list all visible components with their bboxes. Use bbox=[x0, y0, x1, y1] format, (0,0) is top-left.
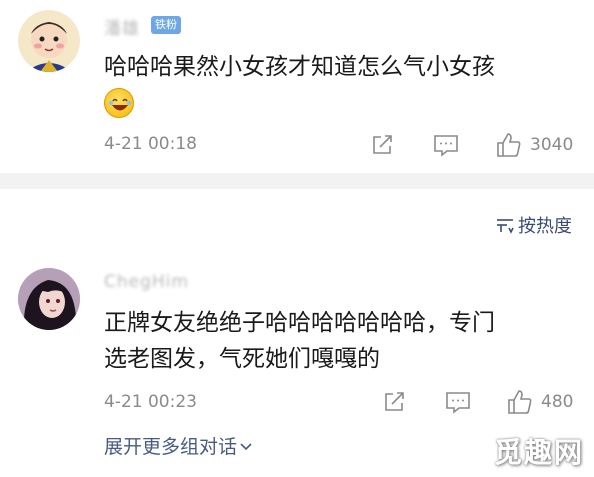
sort-icon bbox=[497, 219, 514, 234]
comment-button[interactable] bbox=[445, 390, 471, 414]
comment-time: 4-21 00:18 bbox=[104, 134, 197, 154]
username[interactable]: ChegHim bbox=[104, 272, 189, 292]
chevron-down-icon bbox=[240, 442, 252, 450]
comment-text-line-1: 正牌女友绝绝子哈哈哈哈哈哈哈，专门 bbox=[104, 310, 495, 336]
expand-more-conversations-link[interactable]: 展开更多组对话 bbox=[104, 432, 253, 459]
like-icon bbox=[497, 133, 521, 157]
watermark: 觅趣网 bbox=[493, 436, 584, 469]
like-icon bbox=[508, 390, 532, 414]
fan-badge: 铁粉 bbox=[151, 16, 181, 34]
comment-icon bbox=[434, 135, 458, 157]
comment-button[interactable] bbox=[433, 133, 459, 157]
expand-label: 展开更多组对话 bbox=[104, 436, 238, 458]
sort-button[interactable]: 按热度 bbox=[496, 212, 572, 238]
comment-text-line-2: 选老图发，气死她们嘎嘎的 bbox=[104, 346, 380, 372]
comment-text: 哈哈哈果然小女孩才知道怎么气小女孩 bbox=[104, 54, 495, 80]
like-count: 3040 bbox=[530, 135, 574, 155]
like-count: 480 bbox=[541, 392, 574, 412]
like-button[interactable]: 480 bbox=[507, 389, 573, 415]
sort-label: 按热度 bbox=[518, 216, 572, 237]
comment-icon bbox=[446, 392, 470, 414]
share-icon bbox=[373, 135, 392, 154]
section-divider bbox=[0, 173, 594, 189]
like-button[interactable]: 3040 bbox=[496, 132, 573, 158]
laugh-emoji-icon bbox=[104, 88, 134, 118]
comment-time: 4-21 00:23 bbox=[104, 392, 197, 412]
share-button[interactable] bbox=[370, 133, 394, 157]
share-button[interactable] bbox=[382, 390, 406, 414]
share-icon bbox=[385, 392, 404, 411]
avatar[interactable] bbox=[18, 268, 80, 330]
username[interactable]: 潘雄 bbox=[104, 14, 140, 39]
avatar[interactable] bbox=[18, 10, 80, 72]
